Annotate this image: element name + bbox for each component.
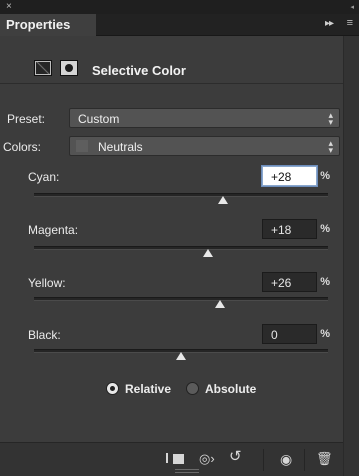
panel-title: Selective Color: [92, 63, 186, 78]
cyan-percent: %: [320, 170, 330, 182]
black-slider-thumb[interactable]: [176, 352, 186, 360]
yellow-slider-track[interactable]: [34, 297, 328, 301]
magenta-slider-track[interactable]: [34, 246, 328, 250]
adjustment-icon[interactable]: [34, 60, 52, 76]
mask-icon[interactable]: [60, 60, 78, 76]
collapse-icon[interactable]: ▸▸: [325, 18, 334, 29]
panel-scrollbar[interactable]: [343, 36, 359, 476]
magenta-percent: %: [320, 223, 330, 235]
colors-dropdown[interactable]: Neutrals ▴ ▾: [69, 136, 340, 156]
preset-dropdown[interactable]: Custom ▴ ▾: [69, 108, 340, 128]
yellow-percent: %: [320, 276, 330, 288]
visibility-icon[interactable]: ◉: [280, 452, 292, 466]
relative-radio[interactable]: [106, 382, 119, 395]
panel-bottom-bar: ◎› ↺ ◉ 🗑: [0, 442, 343, 476]
colors-value: Neutrals: [98, 140, 143, 154]
chevron-updown-icon: ▴ ▾: [328, 110, 333, 127]
black-percent: %: [320, 328, 330, 340]
divider: [304, 449, 305, 471]
magenta-slider-thumb[interactable]: [203, 249, 213, 257]
black-value-input[interactable]: 0: [262, 324, 317, 344]
relative-label[interactable]: Relative: [125, 382, 171, 396]
resize-grabber[interactable]: [175, 469, 199, 473]
panel-top-bar: × ◂: [0, 0, 359, 14]
cyan-label: Cyan:: [28, 170, 60, 184]
tab-bar: Properties ▸▸ ≡: [0, 14, 359, 36]
black-label: Black:: [28, 328, 61, 342]
preset-label: Preset:: [7, 112, 46, 126]
colors-label: Colors:: [3, 140, 42, 154]
cyan-value-input[interactable]: +28: [262, 166, 317, 186]
chevron-updown-icon: ▴ ▾: [328, 138, 333, 155]
cyan-slider-thumb[interactable]: [218, 196, 228, 204]
absolute-label[interactable]: Absolute: [205, 382, 256, 396]
cyan-slider-track[interactable]: [34, 193, 328, 197]
properties-panel: Selective Color Preset: Custom ▴ ▾ Colors…: [0, 36, 343, 476]
divider: [263, 449, 264, 471]
magenta-value-input[interactable]: +18: [262, 219, 317, 239]
panel-menu-icon[interactable]: ≡: [347, 17, 353, 29]
absolute-radio[interactable]: [186, 382, 199, 395]
yellow-label: Yellow:: [28, 276, 66, 290]
yellow-slider-thumb[interactable]: [215, 300, 225, 308]
color-swatch: [76, 140, 88, 152]
trash-icon[interactable]: 🗑: [316, 452, 333, 466]
reset-icon[interactable]: ↺: [229, 449, 242, 464]
grip-icon[interactable]: ◂: [350, 3, 355, 11]
panel-header: Selective Color: [0, 36, 343, 84]
magenta-label: Magenta:: [28, 223, 79, 237]
close-icon[interactable]: ×: [6, 1, 12, 12]
tab-properties[interactable]: Properties: [0, 14, 96, 36]
yellow-value-input[interactable]: +26: [262, 272, 317, 292]
preset-value: Custom: [78, 112, 120, 126]
view-previous-icon[interactable]: ◎›: [199, 452, 215, 466]
